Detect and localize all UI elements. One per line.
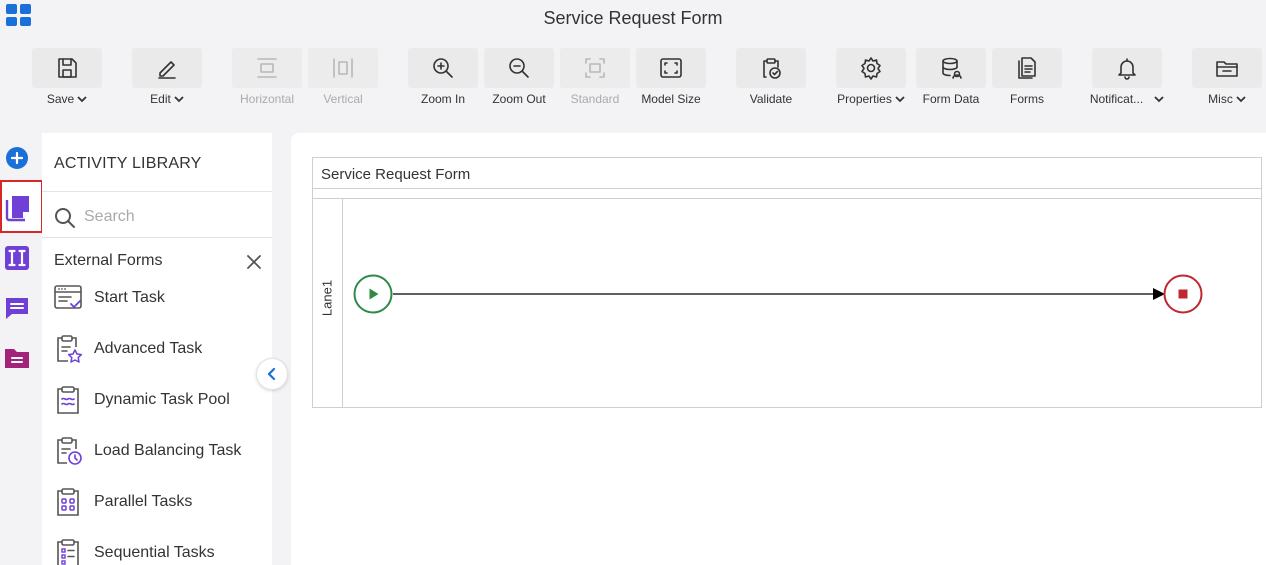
- edit-label: Edit: [150, 92, 171, 106]
- process-canvas[interactable]: Service Request Form Lane1: [291, 133, 1266, 565]
- collapse-panel-button[interactable]: [256, 358, 288, 390]
- bell-icon: [1118, 58, 1136, 80]
- process-flow: [353, 274, 1203, 314]
- library-item-label: Load Balancing Task: [94, 442, 242, 459]
- sequential-tasks-icon: [57, 539, 79, 565]
- notifications-label: Notificat...: [1089, 92, 1144, 106]
- forms-label: Forms: [1010, 92, 1044, 106]
- close-icon[interactable]: [246, 254, 262, 270]
- add-icon[interactable]: [4, 145, 30, 171]
- save-button[interactable]: Save: [32, 48, 102, 106]
- chevron-down-icon: [77, 96, 87, 103]
- divider: [42, 191, 272, 192]
- library-item-label: Parallel Tasks: [94, 493, 193, 510]
- validate-icon: [763, 58, 781, 79]
- form-data-label: Form Data: [922, 92, 980, 106]
- forms-button[interactable]: Forms: [992, 48, 1062, 106]
- fit-screen-icon: [660, 58, 682, 78]
- arrowhead-icon: [1153, 288, 1165, 300]
- notifications-button[interactable]: Notificat...: [1089, 48, 1164, 106]
- dynamic-task-pool-icon: [57, 386, 79, 414]
- properties-label: Properties: [837, 92, 892, 106]
- swimlane-icon[interactable]: [4, 245, 30, 271]
- forms-icon: [1018, 57, 1036, 79]
- library-item-sequential-tasks[interactable]: Sequential Tasks: [52, 535, 215, 565]
- validate-button[interactable]: Validate: [736, 48, 806, 106]
- database-icon: [942, 57, 962, 79]
- divider: [42, 237, 272, 238]
- horizontal-button[interactable]: Horizontal: [232, 48, 302, 106]
- save-label: Save: [46, 92, 75, 106]
- zoom-out-button[interactable]: Zoom Out: [484, 48, 554, 106]
- standard-label: Standard: [570, 92, 620, 106]
- library-item-load-balancing-task[interactable]: Load Balancing Task: [52, 433, 241, 469]
- stop-icon: [1178, 289, 1188, 299]
- save-icon: [58, 58, 77, 78]
- parallel-tasks-icon: [57, 488, 79, 516]
- vertical-layout-icon: [333, 58, 353, 78]
- properties-button[interactable]: Properties: [836, 48, 906, 106]
- chevron-down-icon: [174, 96, 184, 103]
- activity-library-icon[interactable]: [5, 194, 33, 222]
- pencil-icon: [158, 61, 176, 79]
- validate-label: Validate: [749, 92, 793, 106]
- search-input[interactable]: [84, 203, 264, 231]
- section-title-external-forms: External Forms: [54, 252, 163, 269]
- vertical-label: Vertical: [323, 92, 363, 106]
- activity-library-panel: ACTIVITY LIBRARY External Forms Start Ta…: [42, 133, 272, 565]
- edit-button[interactable]: Edit: [132, 48, 202, 106]
- start-task-icon: [54, 285, 82, 309]
- chevron-left-icon: [267, 367, 276, 381]
- misc-button[interactable]: Misc: [1192, 48, 1262, 106]
- end-event[interactable]: [1163, 274, 1203, 314]
- zoom-out-icon: [509, 58, 529, 78]
- form-data-button[interactable]: Form Data: [916, 48, 986, 106]
- misc-label: Misc: [1208, 92, 1233, 106]
- chevron-down-icon: [1236, 96, 1246, 103]
- model-size-label: Model Size: [641, 92, 701, 106]
- page-title: Service Request Form: [543, 8, 723, 28]
- activity-library-title: ACTIVITY LIBRARY: [54, 155, 202, 172]
- horizontal-label: Horizontal: [239, 92, 295, 106]
- pool[interactable]: Service Request Form Lane1: [312, 157, 1262, 408]
- advanced-task-icon: [57, 335, 83, 363]
- gear-icon: [861, 57, 881, 80]
- zoom-in-label: Zoom In: [420, 92, 465, 106]
- zoom-in-button[interactable]: Zoom In: [408, 48, 478, 106]
- horizontal-layout-icon: [257, 58, 277, 78]
- comments-icon[interactable]: [4, 295, 30, 321]
- folder-icon: [1216, 61, 1238, 77]
- model-size-button[interactable]: Model Size: [636, 48, 706, 106]
- zoom-out-label: Zoom Out: [492, 92, 546, 106]
- search-icon: [55, 208, 75, 228]
- standard-button[interactable]: Standard: [560, 48, 630, 106]
- start-event[interactable]: [353, 274, 393, 314]
- documents-folder-icon[interactable]: [4, 345, 30, 371]
- library-item-label: Advanced Task: [94, 340, 203, 357]
- library-item-start-task[interactable]: Start Task: [52, 280, 165, 316]
- zoom-in-icon: [433, 58, 453, 78]
- library-item-dynamic-task-pool[interactable]: Dynamic Task Pool: [52, 382, 230, 418]
- library-item-label: Sequential Tasks: [94, 544, 215, 561]
- load-balancing-task-icon: [57, 437, 82, 465]
- vertical-button[interactable]: Vertical: [308, 48, 378, 106]
- library-item-advanced-task[interactable]: Advanced Task: [52, 331, 202, 367]
- chevron-down-icon: [1154, 96, 1164, 103]
- library-item-parallel-tasks[interactable]: Parallel Tasks: [52, 484, 192, 520]
- standard-size-icon: [585, 58, 605, 78]
- library-item-label: Start Task: [94, 289, 165, 306]
- library-item-label: Dynamic Task Pool: [94, 391, 230, 408]
- chevron-down-icon: [895, 96, 905, 103]
